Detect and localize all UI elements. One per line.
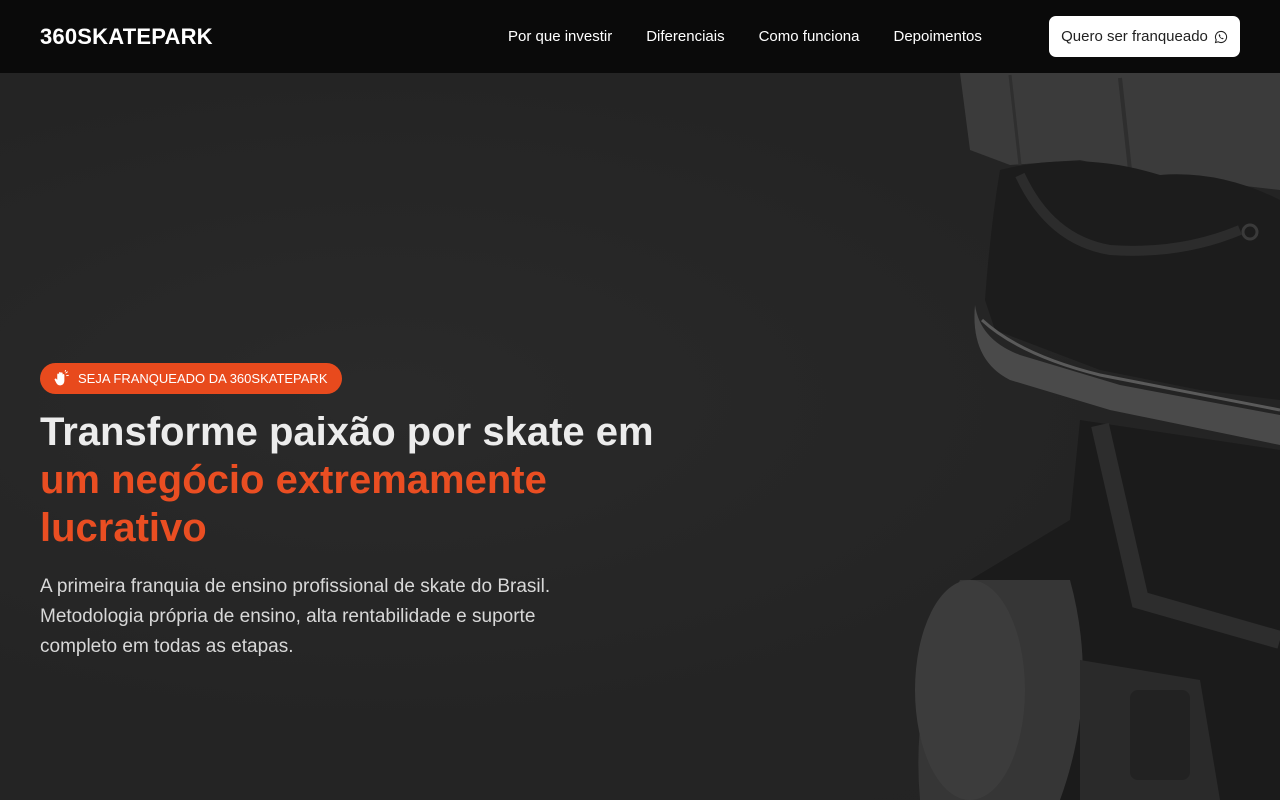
hero-section: SEJA FRANQUEADO DA 360SKATEPARK Transfor…	[40, 363, 660, 662]
whatsapp-icon	[1214, 30, 1227, 43]
skateboard-shoe-illustration	[915, 73, 1280, 800]
cta-label: Quero ser franqueado	[1061, 28, 1208, 45]
franchise-badge: SEJA FRANQUEADO DA 360SKATEPARK	[40, 363, 342, 394]
brand-logo[interactable]: 360SKATEPARK	[40, 24, 213, 50]
hero-headline: Transforme paixão por skate em um negóci…	[40, 408, 660, 552]
hero-subtitle: A primeira franquia de ensino profission…	[40, 576, 551, 657]
nav-link-como-funciona[interactable]: Como funciona	[759, 28, 860, 45]
navbar: 360SKATEPARK Por que investir Diferencia…	[0, 0, 1280, 73]
badge-label: SEJA FRANQUEADO DA 360SKATEPARK	[78, 371, 328, 386]
page: 360SKATEPARK Por que investir Diferencia…	[0, 0, 1280, 800]
main-nav: Por que investir Diferenciais Como funci…	[508, 0, 1016, 73]
nav-link-depoimentos[interactable]: Depoimentos	[894, 28, 982, 45]
headline-accent: um negócio extremamente lucrativo	[40, 458, 547, 550]
franchise-cta-button[interactable]: Quero ser franqueado	[1049, 16, 1240, 57]
nav-link-diferenciais[interactable]: Diferenciais	[646, 28, 724, 45]
hand-icon	[54, 369, 69, 385]
nav-link-por-que-investir[interactable]: Por que investir	[508, 28, 612, 45]
headline-text: Transforme paixão por skate em	[40, 410, 654, 454]
